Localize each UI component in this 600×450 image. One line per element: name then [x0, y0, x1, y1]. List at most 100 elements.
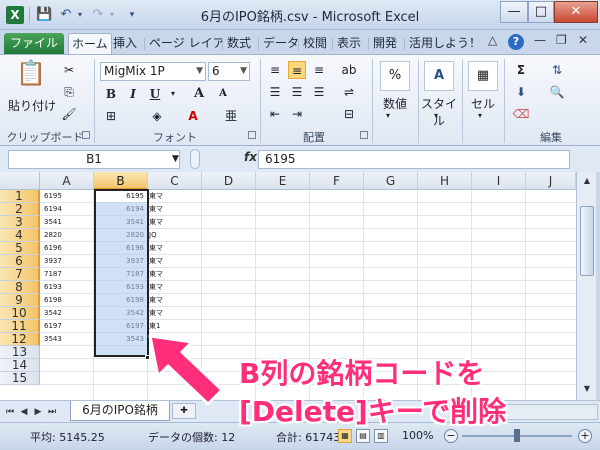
number-button[interactable]: 数値 — [372, 95, 418, 112]
fill-color-icon[interactable]: ◈ — [148, 107, 166, 125]
cell-a7[interactable]: 7187 — [44, 268, 94, 281]
name-box[interactable]: B1 — [8, 150, 180, 169]
cell-c11[interactable]: 東1 — [149, 320, 189, 333]
next-sheet-icon[interactable]: ▶ — [32, 405, 44, 419]
cell-c4[interactable]: JQ — [149, 229, 189, 242]
first-sheet-icon[interactable]: ⏮ — [4, 405, 16, 419]
tab-home[interactable]: ホーム — [68, 33, 112, 54]
ribbon-collapse-icon[interactable]: △ — [488, 33, 497, 47]
workbook-restore-icon[interactable]: ❐ — [556, 33, 567, 47]
cell-c2[interactable]: 東マ — [149, 203, 189, 216]
align-bottom-icon[interactable]: ≡ — [310, 61, 328, 79]
increase-indent-icon[interactable]: ⇥ — [288, 105, 306, 123]
sort-filter-icon[interactable]: ⇅ — [548, 61, 566, 79]
formula-input[interactable]: 6195 — [258, 150, 570, 169]
tab-page-layout[interactable]: ページ レイアウト — [146, 33, 222, 54]
paste-button[interactable]: 貼り付け — [6, 97, 58, 114]
column-header[interactable]: G — [364, 172, 418, 190]
bold-button[interactable]: B — [102, 85, 120, 103]
cell-a14[interactable] — [44, 359, 94, 372]
maximize-button[interactable]: □ — [528, 1, 554, 23]
column-header[interactable]: J — [526, 172, 576, 190]
styles-dropdown-icon[interactable]: ▾ — [434, 111, 438, 120]
italic-button[interactable]: I — [124, 85, 142, 103]
scroll-down-icon[interactable]: ▼ — [580, 382, 594, 396]
undo-dropdown-icon[interactable]: ▾ — [72, 7, 88, 23]
tab-data[interactable]: データ — [260, 33, 302, 54]
alignment-launcher-icon[interactable] — [360, 131, 368, 139]
column-header[interactable]: E — [256, 172, 310, 190]
align-right-icon[interactable]: ☰ — [310, 83, 328, 101]
redo-dropdown-icon[interactable]: ▾ — [104, 7, 120, 23]
cell-b15[interactable] — [94, 372, 146, 385]
font-color-icon[interactable]: A — [184, 107, 202, 125]
align-middle-icon[interactable]: ≡ — [288, 61, 306, 79]
column-header[interactable]: F — [310, 172, 364, 190]
selected-range-b1-b12[interactable] — [94, 189, 149, 357]
zoom-in-icon[interactable]: + — [578, 429, 592, 443]
column-header[interactable]: A — [40, 172, 94, 190]
phonetic-icon[interactable]: 亜 — [222, 107, 240, 125]
last-sheet-icon[interactable]: ⏭ — [46, 405, 58, 419]
align-left-icon[interactable]: ☰ — [266, 83, 284, 101]
wrap-text-icon[interactable]: ⇌ — [340, 83, 358, 101]
workbook-close-icon[interactable]: ✕ — [578, 33, 588, 47]
column-header[interactable]: H — [418, 172, 472, 190]
cell-c8[interactable]: 東マ — [149, 281, 189, 294]
align-center-icon[interactable]: ☰ — [288, 83, 306, 101]
styles-icon[interactable]: A — [424, 61, 454, 91]
underline-button[interactable]: U — [146, 85, 164, 103]
name-box-dropdown-icon[interactable]: ▼ — [172, 154, 179, 164]
font-size-select[interactable]: 6 ▼ — [208, 62, 250, 81]
tab-insert[interactable]: 挿入 — [110, 33, 140, 54]
fill-icon[interactable]: ⬇ — [512, 83, 530, 101]
close-button[interactable]: ✕ — [554, 1, 598, 23]
cell-c7[interactable]: 東マ — [149, 268, 189, 281]
font-grow-button[interactable]: A — [190, 85, 208, 103]
cell-c9[interactable]: 東マ — [149, 294, 189, 307]
page-layout-view-icon[interactable]: ▤ — [356, 429, 370, 443]
workbook-minimize-icon[interactable]: — — [534, 33, 546, 47]
cell-b14[interactable] — [94, 359, 146, 372]
insert-function-icon[interactable]: fx — [244, 150, 257, 164]
cell-a5[interactable]: 6196 — [44, 242, 94, 255]
page-break-view-icon[interactable]: ▥ — [374, 429, 388, 443]
help-icon[interactable]: ? — [508, 34, 524, 50]
zoom-out-icon[interactable]: − — [444, 429, 458, 443]
clipboard-launcher-icon[interactable] — [82, 131, 90, 139]
normal-view-icon[interactable]: ▦ — [338, 429, 352, 443]
vertical-scrollbar[interactable]: ▲ ▼ — [576, 172, 596, 400]
font-shrink-button[interactable]: A — [214, 85, 232, 103]
prev-sheet-icon[interactable]: ◀ — [18, 405, 30, 419]
tab-developer[interactable]: 開発 — [370, 33, 400, 54]
percent-icon[interactable]: % — [380, 61, 410, 91]
cell-a13[interactable] — [44, 346, 94, 359]
cell-c6[interactable]: 東マ — [149, 255, 189, 268]
number-dropdown-icon[interactable]: ▾ — [386, 111, 390, 120]
cell-a15[interactable] — [44, 372, 94, 385]
styles-button[interactable]: スタイル — [416, 95, 462, 129]
cell-a6[interactable]: 3937 — [44, 255, 94, 268]
align-top-icon[interactable]: ≡ — [266, 61, 284, 79]
save-icon[interactable]: 💾 — [36, 7, 52, 23]
merge-center-icon[interactable]: ⊟ — [340, 105, 358, 123]
column-header[interactable]: D — [202, 172, 256, 190]
formula-bar-splitter[interactable] — [190, 149, 200, 169]
tab-file[interactable]: ファイル — [4, 33, 64, 54]
vertical-scroll-thumb[interactable] — [580, 206, 594, 276]
column-header[interactable]: C — [148, 172, 202, 190]
borders-icon[interactable]: ⊞ — [102, 107, 120, 125]
tab-tips[interactable]: 活用しよう！ — [406, 33, 484, 54]
cell-c1[interactable]: 東マ — [149, 190, 189, 203]
cell-a4[interactable]: 2820 — [44, 229, 94, 242]
cells-dropdown-icon[interactable]: ▾ — [478, 111, 482, 120]
text-orientation-icon[interactable]: ab — [340, 61, 358, 79]
cell-a8[interactable]: 6193 — [44, 281, 94, 294]
clear-icon[interactable]: ⌫ — [512, 105, 530, 123]
cell-a12[interactable]: 3543 — [44, 333, 94, 346]
cell-c3[interactable]: 東マ — [149, 216, 189, 229]
format-painter-icon[interactable]: 🖌 — [60, 105, 78, 123]
select-all-corner[interactable] — [0, 172, 40, 190]
underline-dropdown-icon[interactable]: ▾ — [164, 85, 182, 103]
tab-review[interactable]: 校閲 — [300, 33, 330, 54]
